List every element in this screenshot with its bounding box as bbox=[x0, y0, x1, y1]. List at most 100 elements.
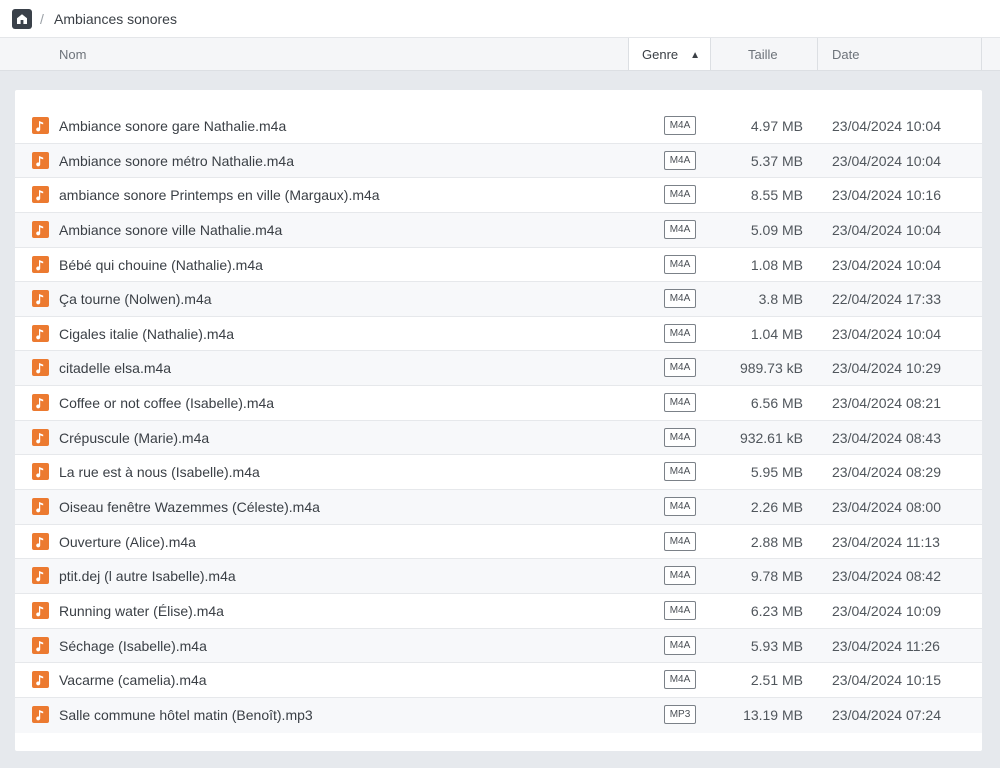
file-row[interactable]: Coffee or not coffee (Isabelle).m4a M4A 6.… bbox=[15, 386, 982, 421]
audio-file-icon bbox=[32, 532, 49, 550]
column-header-date[interactable]: Date bbox=[818, 38, 982, 70]
file-name[interactable]: Séchage (Isabelle).m4a bbox=[59, 638, 207, 654]
file-name[interactable]: Ambiance sonore ville Nathalie.m4a bbox=[59, 222, 282, 238]
file-size: 2.88 MB bbox=[750, 533, 803, 550]
file-name[interactable]: Crépuscule (Marie).m4a bbox=[59, 430, 209, 446]
audio-file-icon bbox=[32, 705, 49, 723]
file-name[interactable]: La rue est à nous (Isabelle).m4a bbox=[59, 464, 260, 480]
column-header-name-label: Nom bbox=[59, 47, 87, 62]
file-row[interactable]: Running water (Élise).m4a M4A 6.23 MB 23/04… bbox=[15, 594, 982, 629]
file-date: 23/04/2024 08:43 bbox=[832, 429, 941, 446]
file-name[interactable]: Vacarme (camelia).m4a bbox=[59, 672, 207, 688]
file-type-badge: M4A bbox=[664, 600, 696, 620]
column-header-type-label: Genre bbox=[642, 47, 679, 62]
file-name[interactable]: Ça tourne (Nolwen).m4a bbox=[59, 291, 212, 307]
file-row[interactable]: Vacarme (camelia).m4a M4A 2.51 MB 23/04/202… bbox=[15, 663, 982, 698]
file-date: 23/04/2024 10:09 bbox=[832, 602, 941, 619]
file-row[interactable]: Séchage (Isabelle).m4a M4A 5.93 MB 23/04/20… bbox=[15, 628, 982, 664]
file-type-badge: M4A bbox=[664, 531, 696, 551]
file-name[interactable]: Running water (Élise).m4a bbox=[59, 603, 224, 619]
file-type-badge: M4A bbox=[664, 358, 696, 378]
file-type-badge: M4A bbox=[664, 323, 696, 343]
file-type-badge: M4A bbox=[664, 116, 696, 135]
file-list: Ambiance sonore gare Nathalie.m4a M4A 4.97… bbox=[15, 109, 982, 733]
file-name[interactable]: Salle commune hôtel matin (Benoît).mp3 bbox=[59, 707, 313, 723]
file-name[interactable]: Ouverture (Alice).m4a bbox=[59, 534, 196, 550]
file-row[interactable]: Ambiance sonore gare Nathalie.m4a M4A 4.97… bbox=[15, 109, 982, 144]
file-name[interactable]: Cigales italie (Nathalie).m4a bbox=[59, 326, 234, 342]
file-size: 5.95 MB bbox=[750, 464, 803, 481]
breadcrumb-current-folder[interactable]: Ambiances sonores bbox=[54, 11, 177, 27]
audio-file-icon bbox=[32, 117, 49, 134]
audio-file-icon bbox=[32, 359, 49, 377]
audio-file-icon bbox=[32, 636, 49, 654]
file-name[interactable]: Coffee or not coffee (Isabelle).m4a bbox=[59, 395, 274, 411]
file-row[interactable]: ambiance sonore Printemps en ville (Marg… bbox=[15, 178, 982, 213]
file-date: 23/04/2024 10:04 bbox=[832, 118, 941, 134]
column-header-type[interactable]: Genre ▲ bbox=[628, 38, 711, 70]
file-type-badge: M4A bbox=[664, 427, 696, 447]
file-name[interactable]: citadelle elsa.m4a bbox=[59, 360, 171, 376]
file-size: 13.19 MB bbox=[743, 706, 803, 723]
file-row[interactable]: Ça tourne (Nolwen).m4a M4A 3.8 MB 22/04/202… bbox=[15, 282, 982, 317]
file-size: 1.04 MB bbox=[750, 325, 803, 342]
file-name[interactable]: Ambiance sonore métro Nathalie.m4a bbox=[59, 153, 294, 169]
column-header-row: Nom Genre ▲ Taille Date bbox=[0, 38, 1000, 71]
audio-file-icon bbox=[32, 186, 49, 204]
file-size: 3.8 MB bbox=[758, 291, 803, 308]
breadcrumb: / Ambiances sonores bbox=[0, 0, 1000, 38]
audio-file-icon bbox=[32, 220, 49, 238]
file-row[interactable]: ptit.dej (l autre Isabelle).m4a M4A 9.78 M… bbox=[15, 559, 982, 594]
file-date: 23/04/2024 11:13 bbox=[832, 533, 940, 550]
chevron-up-icon: ▲ bbox=[690, 50, 701, 61]
audio-file-icon bbox=[32, 463, 49, 481]
file-list-panel: Ambiance sonore gare Nathalie.m4a M4A 4.97… bbox=[15, 90, 982, 751]
file-row[interactable]: Ambiance sonore métro Nathalie.m4a M4A 5.3… bbox=[15, 143, 982, 179]
audio-file-icon bbox=[32, 601, 49, 619]
file-name[interactable]: ptit.dej (l autre Isabelle).m4a bbox=[59, 568, 236, 584]
column-header-size[interactable]: Taille bbox=[711, 38, 818, 70]
audio-file-icon bbox=[32, 394, 49, 412]
file-type-badge: M4A bbox=[664, 185, 696, 205]
file-size: 989.73 kB bbox=[739, 360, 803, 377]
file-type-badge: M4A bbox=[664, 219, 696, 239]
file-row[interactable]: Ouverture (Alice).m4a M4A 2.88 MB 23/04/202… bbox=[15, 525, 982, 560]
file-date: 23/04/2024 08:21 bbox=[832, 395, 941, 412]
file-row[interactable]: Crépuscule (Marie).m4a M4A 932.61 kB 23/04/… bbox=[15, 420, 982, 456]
audio-file-icon bbox=[32, 255, 49, 273]
file-size: 6.23 MB bbox=[750, 602, 803, 619]
breadcrumb-separator: / bbox=[40, 11, 44, 27]
file-date: 23/04/2024 08:29 bbox=[832, 464, 941, 481]
audio-file-icon bbox=[32, 498, 49, 516]
file-row[interactable]: Salle commune hôtel matin (Benoît).mp3 MP… bbox=[15, 697, 982, 733]
file-size: 2.26 MB bbox=[750, 499, 803, 516]
file-name[interactable]: ambiance sonore Printemps en ville (Marg… bbox=[59, 187, 380, 203]
file-name[interactable]: Ambiance sonore gare Nathalie.m4a bbox=[59, 118, 286, 134]
file-type-badge: M4A bbox=[664, 670, 696, 690]
file-name[interactable]: Oiseau fenêtre Wazemmes (Céleste).m4a bbox=[59, 499, 320, 515]
column-header-name[interactable]: Nom bbox=[59, 38, 619, 70]
file-type-badge: M4A bbox=[664, 462, 696, 482]
file-type-badge: M4A bbox=[664, 289, 696, 309]
file-size: 9.78 MB bbox=[750, 568, 803, 585]
file-row[interactable]: citadelle elsa.m4a M4A 989.73 kB 23/04/2024… bbox=[15, 351, 982, 387]
file-row[interactable]: Oiseau fenêtre Wazemmes (Céleste).m4a M4A… bbox=[15, 490, 982, 525]
file-size: 8.55 MB bbox=[750, 187, 803, 204]
home-folder-icon[interactable] bbox=[12, 9, 32, 29]
file-size: 2.51 MB bbox=[750, 672, 803, 689]
file-row[interactable]: Bébé qui chouine (Nathalie).m4a M4A 1.08 M… bbox=[15, 248, 982, 283]
file-size: 5.93 MB bbox=[750, 637, 803, 654]
file-date: 23/04/2024 10:29 bbox=[832, 360, 941, 377]
file-name[interactable]: Bébé qui chouine (Nathalie).m4a bbox=[59, 257, 263, 273]
audio-file-icon bbox=[32, 428, 49, 446]
file-row[interactable]: Cigales italie (Nathalie).m4a M4A 1.04 MB 2… bbox=[15, 317, 982, 352]
file-date: 23/04/2024 11:26 bbox=[832, 637, 940, 654]
file-row[interactable]: La rue est à nous (Isabelle).m4a M4A 5.95 … bbox=[15, 455, 982, 491]
file-size: 4.97 MB bbox=[750, 118, 803, 134]
file-type-badge: M4A bbox=[664, 254, 696, 274]
file-row[interactable]: Ambiance sonore ville Nathalie.m4a M4A 5.0… bbox=[15, 212, 982, 248]
file-date: 23/04/2024 10:04 bbox=[832, 256, 941, 273]
file-size: 6.56 MB bbox=[750, 395, 803, 412]
file-date: 23/04/2024 10:04 bbox=[832, 325, 941, 342]
file-date: 23/04/2024 07:24 bbox=[832, 706, 941, 723]
